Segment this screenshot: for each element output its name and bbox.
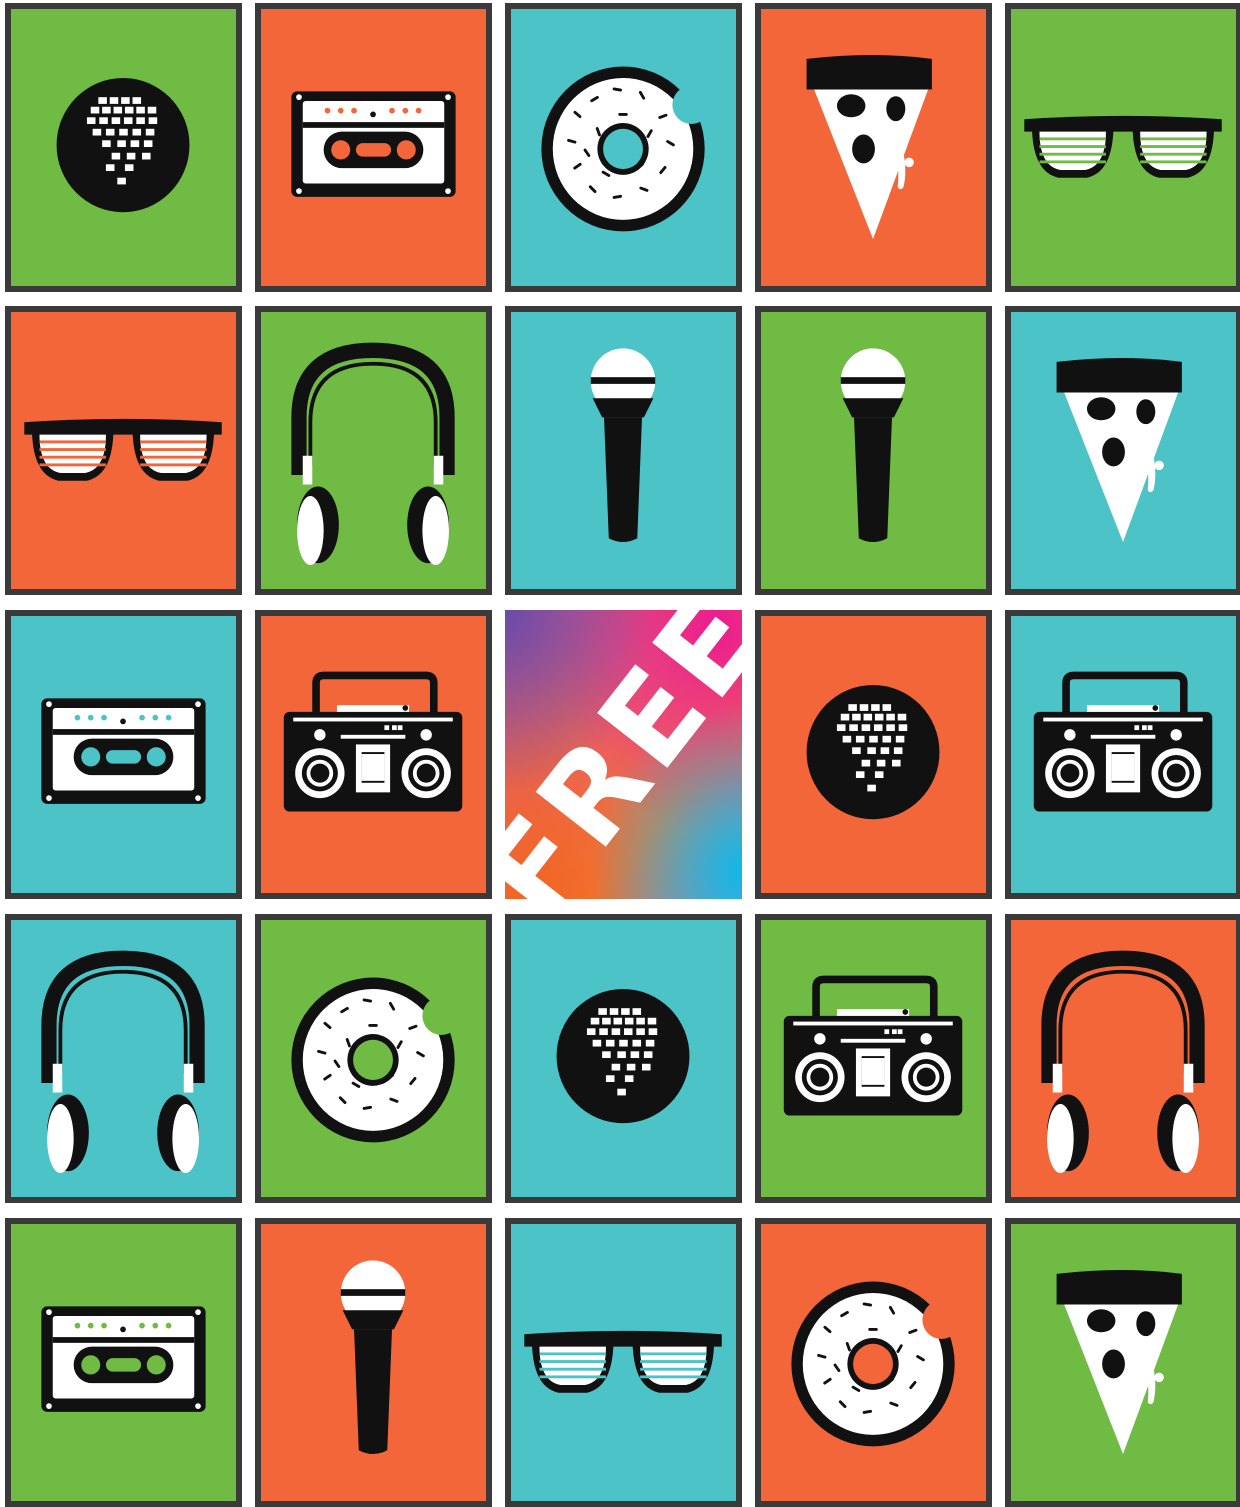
pizza-slice-icon: [1011, 1224, 1236, 1501]
boombox-icon: [1011, 616, 1236, 893]
bingo-cell-shutter-shades[interactable]: [1005, 3, 1240, 292]
cassette-tape-icon: [261, 9, 486, 286]
donut-icon: [261, 920, 486, 1197]
boombox-icon: [261, 616, 486, 893]
bingo-cell-disco-ball[interactable]: [505, 914, 742, 1203]
pizza-slice-icon: [1011, 312, 1236, 589]
cassette-tape-icon: [11, 616, 236, 893]
bingo-cell-cassette-tape[interactable]: [5, 610, 242, 899]
bingo-cell-pizza-slice[interactable]: [755, 3, 992, 292]
bingo-cell-microphone[interactable]: [255, 1218, 492, 1507]
bingo-cell-headphones[interactable]: [255, 306, 492, 595]
shutter-shades-icon: [511, 1224, 736, 1501]
donut-icon: [511, 9, 736, 286]
cassette-tape-icon: [11, 1224, 236, 1501]
disco-ball-icon: [11, 9, 236, 286]
bingo-cell-microphone[interactable]: [755, 306, 992, 595]
bingo-cell-disco-ball[interactable]: [755, 610, 992, 899]
bingo-cell-headphones[interactable]: [5, 914, 242, 1203]
microphone-icon: [761, 312, 986, 589]
shutter-shades-icon: [1011, 9, 1236, 286]
headphones-icon: [11, 920, 236, 1197]
donut-icon: [761, 1224, 986, 1501]
microphone-icon: [261, 1224, 486, 1501]
shutter-shades-icon: [11, 312, 236, 589]
bingo-cell-donut[interactable]: [505, 3, 742, 292]
bingo-cell-boombox[interactable]: [755, 914, 992, 1203]
bingo-cell-cassette-tape[interactable]: [5, 1218, 242, 1507]
bingo-board: FREE: [0, 0, 1240, 1507]
bingo-cell-disco-ball[interactable]: [5, 3, 242, 292]
bingo-cell-pizza-slice[interactable]: [1005, 306, 1240, 595]
bingo-cell-cassette-tape[interactable]: [255, 3, 492, 292]
bingo-cell-donut[interactable]: [255, 914, 492, 1203]
bingo-cell-microphone[interactable]: [505, 306, 742, 595]
bingo-cell-boombox[interactable]: [1005, 610, 1240, 899]
headphones-icon: [261, 312, 486, 589]
bingo-cell-headphones[interactable]: [1005, 914, 1240, 1203]
disco-ball-icon: [511, 920, 736, 1197]
disco-ball-icon: [761, 616, 986, 893]
bingo-cell-shutter-shades[interactable]: [505, 1218, 742, 1507]
bingo-cell-donut[interactable]: [755, 1218, 992, 1507]
bingo-cell-shutter-shades[interactable]: [5, 306, 242, 595]
headphones-icon: [1011, 920, 1236, 1197]
microphone-icon: [511, 312, 736, 589]
bingo-cell-pizza-slice[interactable]: [1005, 1218, 1240, 1507]
pizza-slice-icon: [761, 9, 986, 286]
free-space-cell[interactable]: FREE: [505, 610, 742, 899]
boombox-icon: [761, 920, 986, 1197]
bingo-cell-boombox[interactable]: [255, 610, 492, 899]
